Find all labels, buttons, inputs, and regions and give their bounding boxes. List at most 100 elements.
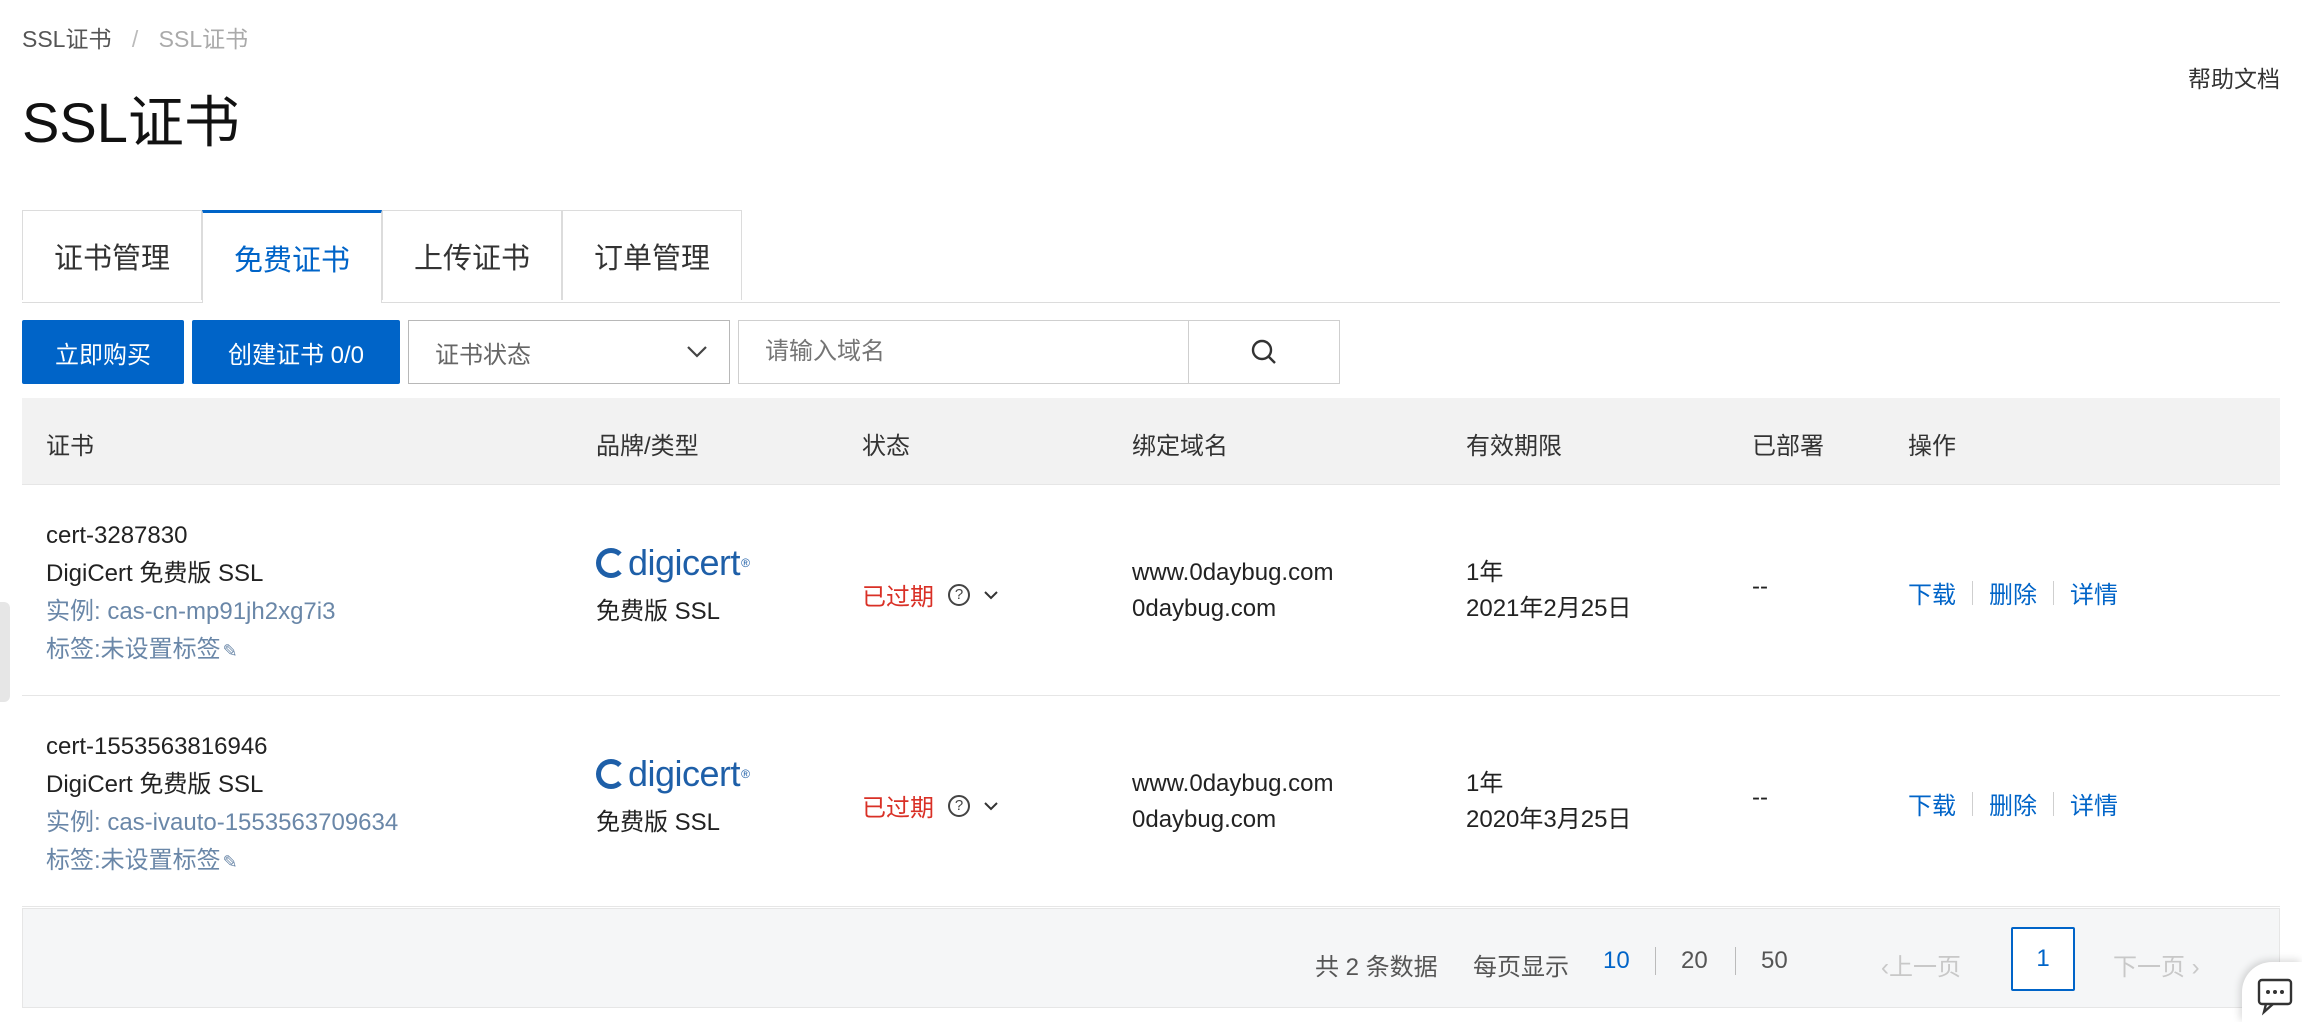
tab-bar: 证书管理 免费证书 上传证书 订单管理 xyxy=(22,210,2280,303)
actions-cell: 下载 删除 详情 xyxy=(1908,786,2118,821)
brand-type: 免费版 SSL xyxy=(596,809,721,836)
download-link[interactable]: 下载 xyxy=(1908,786,1956,821)
domain-search-input[interactable] xyxy=(739,321,1179,383)
search-icon xyxy=(1251,339,1276,364)
breadcrumb-item-root[interactable]: SSL证书 xyxy=(22,26,111,52)
domain-cell: www.0daybug.com 0daybug.com xyxy=(1132,766,1333,838)
cert-id: cert-3287830 xyxy=(46,522,188,549)
status-cell: 已过期 ? xyxy=(862,788,1000,823)
cert-info: cert-3287830 DigiCert 免费版 SSL 实例: cas-cn… xyxy=(46,517,335,670)
page-title: SSL证书 xyxy=(22,91,240,154)
page-size-10[interactable]: 10 xyxy=(1603,947,1630,975)
divider xyxy=(1972,580,1973,605)
page-number-current[interactable]: 1 xyxy=(2011,927,2075,991)
domain-item: www.0daybug.com xyxy=(1132,770,1334,797)
tab-cert-management[interactable]: 证书管理 xyxy=(22,210,202,300)
divider xyxy=(1655,947,1656,975)
next-page-button[interactable]: 下一页 › xyxy=(2113,947,2200,982)
brand-name: digicert xyxy=(628,542,741,583)
domain-item: 0daybug.com xyxy=(1132,806,1277,833)
search-button[interactable] xyxy=(1188,321,1339,383)
domain-item: 0daybug.com xyxy=(1132,595,1277,622)
page-size-20[interactable]: 20 xyxy=(1681,947,1708,975)
status-cell: 已过期 ? xyxy=(862,577,1000,612)
validity-cell: 1年 2021年2月25日 xyxy=(1466,555,1631,627)
domain-cell: www.0daybug.com 0daybug.com xyxy=(1132,555,1333,627)
brand-type: 免费版 SSL xyxy=(596,598,721,625)
deployed-cell: -- xyxy=(1752,784,1768,811)
details-link[interactable]: 详情 xyxy=(2070,575,2118,610)
cert-status-select-value: 证书状态 xyxy=(435,341,531,369)
domain-item: www.0daybug.com xyxy=(1132,559,1334,586)
status-badge: 已过期 xyxy=(862,584,934,611)
breadcrumb: SSL证书 / SSL证书 xyxy=(22,20,248,54)
domain-search-box xyxy=(738,320,1340,384)
page-size-50[interactable]: 50 xyxy=(1761,947,1788,975)
help-circle-icon[interactable]: ? xyxy=(948,583,970,606)
chevron-down-icon xyxy=(687,346,707,358)
table-header: 证书 品牌/类型 状态 绑定域名 有效期限 已部署 操作 xyxy=(22,398,2280,485)
col-cert: 证书 xyxy=(46,433,94,460)
tags-link[interactable]: 标签:未设置标签 ✎ xyxy=(46,631,335,670)
help-circle-icon[interactable]: ? xyxy=(948,794,970,817)
brand-cell: digicert ® 免费版 SSL xyxy=(596,753,750,837)
actions-cell: 下载 删除 详情 xyxy=(1908,575,2118,610)
col-status: 状态 xyxy=(862,433,910,460)
cert-status-select[interactable]: 证书状态 xyxy=(408,320,730,384)
instance-link[interactable]: 实例: cas-cn-mp91jh2xg7i3 xyxy=(46,593,335,631)
tab-upload-cert[interactable]: 上传证书 xyxy=(382,210,562,300)
brand-name: digicert xyxy=(628,753,741,794)
validity-cell: 1年 2020年3月25日 xyxy=(1466,766,1631,838)
chat-icon xyxy=(2257,978,2293,1016)
chevron-down-icon[interactable] xyxy=(982,797,1000,815)
chevron-down-icon[interactable] xyxy=(982,586,1000,604)
col-validity: 有效期限 xyxy=(1466,433,1562,460)
instance-link[interactable]: 实例: cas-ivauto-1553563709634 xyxy=(46,804,398,842)
divider xyxy=(1972,791,1973,816)
digicert-logo: digicert ® xyxy=(596,542,750,583)
next-page-label: 下一页 xyxy=(2113,954,2185,981)
digicert-logo: digicert ® xyxy=(596,753,750,794)
divider xyxy=(2053,580,2054,605)
left-edge-handle[interactable] xyxy=(0,602,10,702)
tab-order-management[interactable]: 订单管理 xyxy=(562,210,742,300)
create-cert-button[interactable]: 创建证书 0/0 xyxy=(192,320,400,384)
edit-icon: ✎ xyxy=(222,641,238,661)
divider xyxy=(1735,947,1736,975)
col-deployed: 已部署 xyxy=(1752,433,1824,460)
tab-free-certs[interactable]: 免费证书 xyxy=(202,210,382,303)
tags-link[interactable]: 标签:未设置标签 ✎ xyxy=(46,842,398,881)
brand-cell: digicert ® 免费版 SSL xyxy=(596,542,750,626)
breadcrumb-separator: / xyxy=(131,26,139,52)
tags-text: 标签:未设置标签 xyxy=(46,636,221,663)
breadcrumb-item-current: SSL证书 xyxy=(158,26,249,52)
prev-page-label: 上一页 xyxy=(1889,954,1961,981)
validity-date: 2020年3月25日 xyxy=(1466,806,1632,833)
delete-link[interactable]: 删除 xyxy=(1989,786,2037,821)
table-row: cert-1553563816946 DigiCert 免费版 SSL 实例: … xyxy=(22,696,2280,907)
toolbar: 立即购买 创建证书 0/0 证书状态 xyxy=(22,320,2280,384)
cert-id: cert-1553563816946 xyxy=(46,733,268,760)
cert-title: DigiCert 免费版 SSL xyxy=(46,771,264,798)
download-link[interactable]: 下载 xyxy=(1908,575,1956,610)
table-row: cert-3287830 DigiCert 免费版 SSL 实例: cas-cn… xyxy=(22,485,2280,696)
col-bound-domain: 绑定域名 xyxy=(1132,433,1228,460)
delete-link[interactable]: 删除 xyxy=(1989,575,2037,610)
chat-support-button[interactable] xyxy=(2242,962,2302,1022)
col-brand-type: 品牌/类型 xyxy=(596,433,699,460)
pagination-bar: 共 2 条数据 每页显示 10 20 50 ‹上一页 1 下一页 › xyxy=(22,908,2280,1008)
chevron-left-icon: ‹ xyxy=(1881,954,1889,981)
deployed-cell: -- xyxy=(1752,573,1768,600)
per-page-label: 每页显示 xyxy=(1473,954,1569,981)
details-link[interactable]: 详情 xyxy=(2070,786,2118,821)
cert-info: cert-1553563816946 DigiCert 免费版 SSL 实例: … xyxy=(46,728,398,881)
col-actions: 操作 xyxy=(1908,433,1956,460)
buy-now-button[interactable]: 立即购买 xyxy=(22,320,184,384)
validity-duration: 1年 xyxy=(1466,559,1504,586)
chevron-right-icon: › xyxy=(2185,954,2200,981)
total-count: 共 2 条数据 xyxy=(1315,954,1438,981)
prev-page-button[interactable]: ‹上一页 xyxy=(1881,947,1961,982)
validity-date: 2021年2月25日 xyxy=(1466,595,1632,622)
cert-title: DigiCert 免费版 SSL xyxy=(46,560,264,587)
help-docs-link[interactable]: 帮助文档 xyxy=(2188,60,2280,94)
